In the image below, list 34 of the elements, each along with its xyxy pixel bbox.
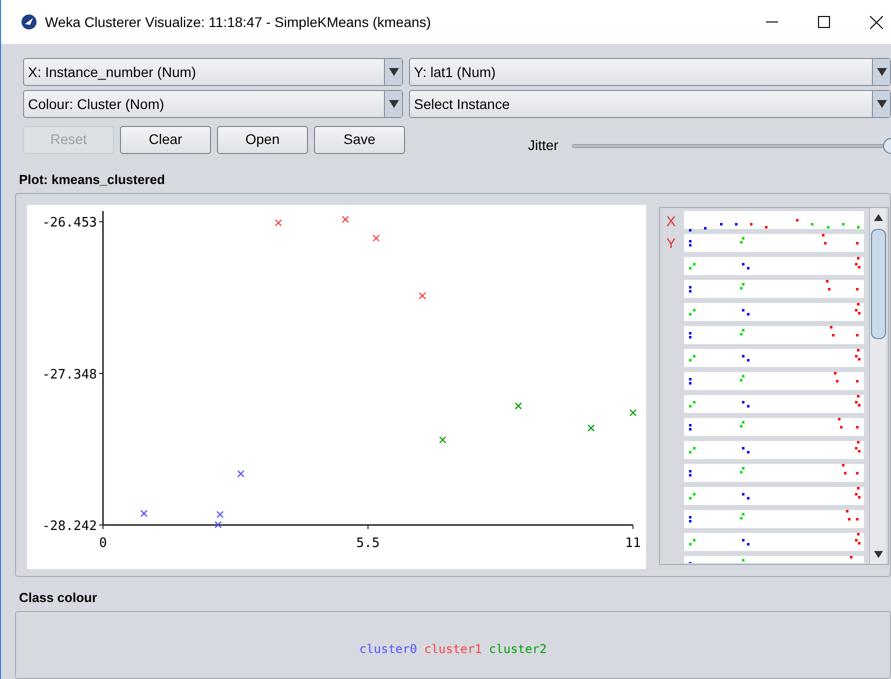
y-tick-label: -27.348: [42, 367, 97, 382]
legend-label: cluster2: [488, 641, 547, 658]
window-title: Weka Clusterer Visualize: 11:18:47 - SimpleKMeans (kmeans): [45, 12, 431, 32]
maximize-icon[interactable]: [818, 16, 830, 28]
dropdown-arrow-icon: [876, 68, 886, 76]
toolbar-button[interactable]: Save: [314, 126, 405, 154]
y-tick-label: -26.453: [42, 216, 97, 231]
dropdown-arrow-icon: [388, 68, 398, 76]
scroll-up-icon[interactable]: [874, 214, 882, 221]
section-title: Class colour: [19, 590, 98, 605]
dropdown[interactable]: Colour: Cluster (Nom): [23, 90, 403, 118]
dropdown-arrow-icon: [876, 100, 886, 108]
section-title: Plot: kmeans_clustered: [19, 172, 165, 187]
dropdown[interactable]: X: Instance_number (Num): [23, 58, 403, 86]
jitter-label: Jitter: [528, 136, 558, 155]
axis-label: Y: [666, 234, 676, 252]
scroll-thumb[interactable]: [870, 229, 886, 339]
dropdown-arrow-icon: [388, 100, 398, 108]
bird-icon: [21, 14, 37, 30]
toolbar-button[interactable]: Clear: [120, 126, 211, 154]
y-tick-label: -28.242: [42, 519, 97, 534]
legend-label: cluster0: [359, 641, 418, 658]
x-tick-label: 11: [625, 536, 641, 551]
scroll-down-icon[interactable]: [874, 551, 882, 558]
scrollbar[interactable]: [869, 208, 886, 564]
axis-label: X: [666, 212, 676, 230]
x-tick-label: 0: [99, 536, 107, 551]
close-icon[interactable]: [870, 16, 883, 28]
toolbar-button[interactable]: Open: [217, 126, 308, 154]
legend-label: cluster1: [424, 641, 482, 658]
x-tick-label: 5.5: [356, 536, 380, 551]
jitter-slider[interactable]: [572, 138, 891, 154]
dropdown[interactable]: Select Instance: [409, 90, 891, 118]
dropdown[interactable]: Y: lat1 (Num): [409, 58, 891, 86]
